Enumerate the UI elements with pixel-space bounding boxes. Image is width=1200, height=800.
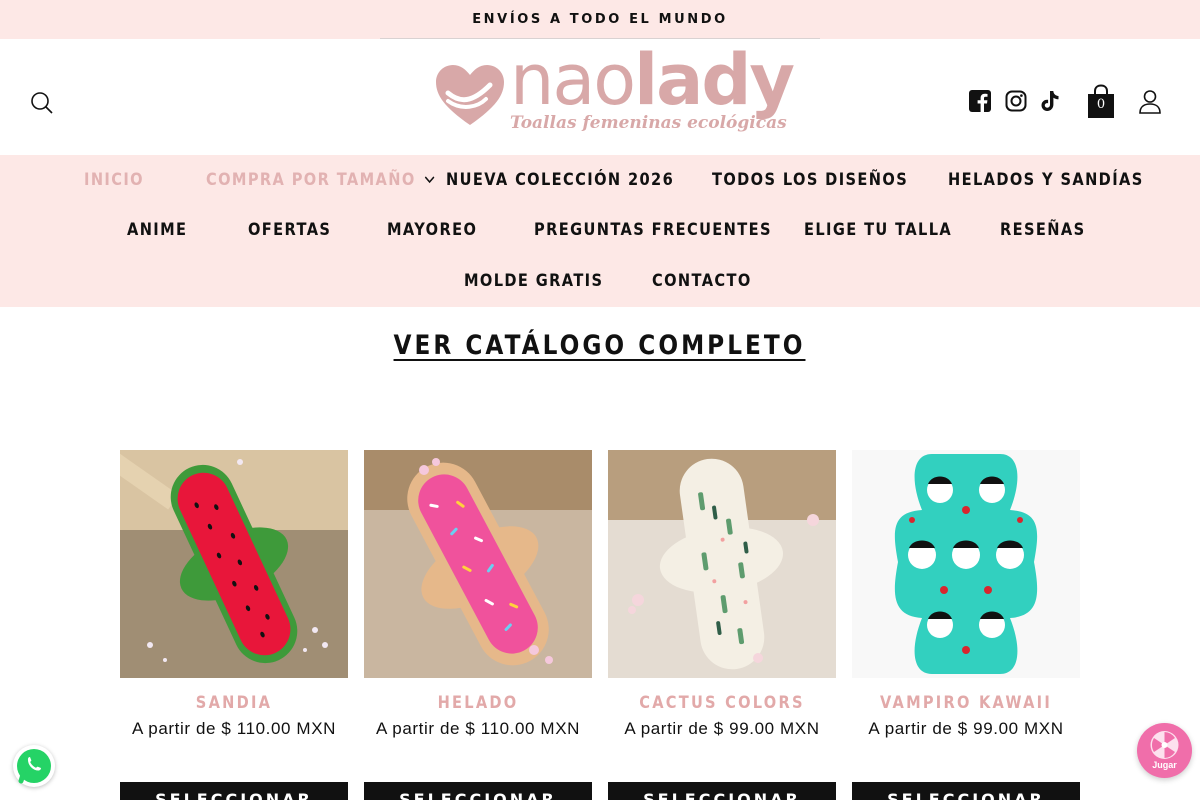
user-icon[interactable] — [1138, 89, 1162, 115]
brand-tagline: Toallas femeninas ecológicas — [510, 113, 787, 133]
nav-item-label: COMPRA POR TAMAÑO — [206, 170, 416, 190]
product-card: VAMPIRO KAWAII A partir de $ 99.00 MXN S… — [852, 450, 1080, 800]
nav-item-ofertas[interactable]: OFERTAS — [248, 220, 331, 240]
site-header: naolady Toallas femeninas ecológicas 0 — [0, 39, 1200, 155]
whatsapp-icon[interactable] — [13, 745, 55, 787]
search-icon[interactable] — [28, 89, 56, 117]
chevron-down-icon — [424, 176, 435, 184]
catalog-section: VER CATÁLOGO COMPLETO — [0, 330, 1200, 361]
instagram-icon[interactable] — [1005, 90, 1027, 112]
nav-item-todos-los-disenos[interactable]: TODOS LOS DISEÑOS — [712, 170, 908, 190]
tiktok-icon[interactable] — [1040, 90, 1060, 112]
brand-logo[interactable]: naolady Toallas femeninas ecológicas — [430, 45, 795, 141]
nav-item-resenas[interactable]: RESEÑAS — [1000, 220, 1085, 240]
nav-item-mayoreo[interactable]: MAYOREO — [387, 220, 477, 240]
product-image[interactable] — [852, 450, 1080, 678]
product-price: A partir de $ 99.00 MXN — [868, 719, 1064, 738]
game-widget-label: Jugar — [1152, 760, 1177, 770]
cart-count: 0 — [1096, 97, 1106, 112]
nav-item-compra-por-tamano[interactable]: COMPRA POR TAMAÑO — [206, 170, 435, 190]
heart-logo-icon — [436, 65, 504, 125]
select-button[interactable]: SELECCIONAR — [608, 782, 836, 800]
brand-wordmark: naolady — [510, 39, 795, 121]
announcement-text: ENVÍOS A TODO EL MUNDO — [472, 12, 728, 27]
product-name[interactable]: HELADO — [380, 693, 576, 713]
product-card: SANDIA A partir de $ 110.00 MXN SELECCIO… — [120, 450, 348, 800]
product-card: HELADO A partir de $ 110.00 MXN SELECCIO… — [364, 450, 592, 800]
nav-item-elige-tu-talla[interactable]: ELIGE TU TALLA — [804, 220, 952, 240]
nav-item-nueva-coleccion[interactable]: NUEVA COLECCIÓN 2026 — [446, 170, 674, 190]
facebook-icon[interactable] — [969, 90, 991, 112]
nav-item-inicio[interactable]: INICIO — [84, 170, 144, 190]
product-price: A partir de $ 99.00 MXN — [624, 719, 820, 738]
nav-item-anime[interactable]: ANIME — [127, 220, 187, 240]
game-widget-button[interactable]: Jugar — [1137, 723, 1192, 778]
nav-item-preguntas-frecuentes[interactable]: PREGUNTAS FRECUENTES — [534, 220, 772, 240]
product-image[interactable] — [120, 450, 348, 678]
product-name[interactable]: SANDIA — [136, 693, 332, 713]
announcement-bar: ENVÍOS A TODO EL MUNDO — [0, 0, 1200, 39]
select-button[interactable]: SELECCIONAR — [852, 782, 1080, 800]
product-image[interactable] — [364, 450, 592, 678]
product-price: A partir de $ 110.00 MXN — [131, 719, 337, 738]
product-image[interactable] — [608, 450, 836, 678]
nav-item-molde-gratis[interactable]: MOLDE GRATIS — [464, 271, 603, 291]
product-price: A partir de $ 110.00 MXN — [375, 719, 581, 738]
select-button[interactable]: SELECCIONAR — [364, 782, 592, 800]
product-card: CACTUS COLORS A partir de $ 99.00 MXN SE… — [608, 450, 836, 800]
view-full-catalog-link[interactable]: VER CATÁLOGO COMPLETO — [394, 330, 806, 361]
main-navigation: INICIO COMPRA POR TAMAÑO NUEVA COLECCIÓN… — [0, 155, 1200, 307]
nav-item-contacto[interactable]: CONTACTO — [652, 271, 752, 291]
select-button[interactable]: SELECCIONAR — [120, 782, 348, 800]
product-name[interactable]: CACTUS COLORS — [624, 693, 820, 713]
product-name[interactable]: VAMPIRO KAWAII — [868, 693, 1064, 713]
nav-item-helados-y-sandias[interactable]: HELADOS Y SANDÍAS — [948, 170, 1144, 190]
cart-icon[interactable]: 0 — [1086, 84, 1116, 120]
